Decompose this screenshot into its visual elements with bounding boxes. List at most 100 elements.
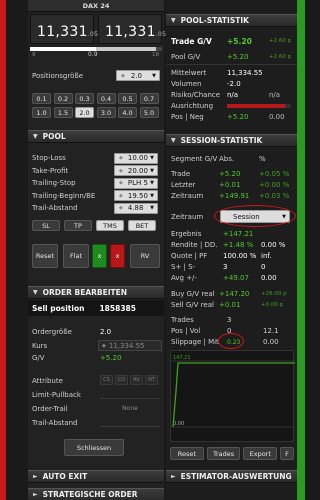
session-result-value: +49.07 xyxy=(223,273,249,282)
session-footer-buttons: Reset Trades Export F xyxy=(170,447,294,460)
session-export-button[interactable]: Export xyxy=(243,447,278,460)
chevron-down-icon: ▼ xyxy=(150,155,154,162)
pool-setting-select[interactable]: ◆ 4.88 ▼ xyxy=(114,202,158,214)
session-reset-button[interactable]: Reset xyxy=(170,447,204,460)
trail-distance-input[interactable] xyxy=(100,417,160,427)
pool-setting-select[interactable]: ◆ 19.50 ▼ xyxy=(114,190,158,202)
pool-mode-tp-button[interactable]: TP xyxy=(64,220,92,231)
sell-gv-points: +0.00 p xyxy=(261,302,284,308)
position-size-button[interactable]: 0.5 xyxy=(118,93,137,104)
chevron-down-icon: ▼ xyxy=(150,192,154,199)
session-result-label: Quote | PF xyxy=(171,251,208,260)
position-size-value: 2.0 xyxy=(130,71,142,80)
price-label: Kurs xyxy=(32,342,48,350)
position-size-button[interactable]: 0.3 xyxy=(75,93,94,104)
reset-button[interactable]: Reset xyxy=(32,244,58,268)
attribute-tags: CS CO RV NT xyxy=(100,375,162,385)
position-size-select[interactable]: ◆ 2.0 ▼ xyxy=(116,70,160,81)
equity-chart: 147.21 0.00 xyxy=(170,350,295,442)
buy-quote-tile[interactable]: 11,331.05 xyxy=(98,14,166,44)
position-size-button[interactable]: 0.2 xyxy=(53,93,73,104)
pool-setting-select[interactable]: ◆ PLH 5 ▼ xyxy=(114,177,158,189)
position-id: 1858385 xyxy=(99,303,136,313)
session-segment-abs: +149.91 xyxy=(219,191,250,200)
session-trades-button[interactable]: Trades xyxy=(206,447,241,460)
flat-button[interactable]: Flat xyxy=(63,244,89,268)
session-statistik-header[interactable]: ▼ SESSION-STATISTIK xyxy=(166,134,297,147)
session-result-value-2: 0.00 xyxy=(261,273,277,282)
session-segment-label: Zeitraum xyxy=(171,191,204,200)
session-segment-rows: Trade +5.20 +0.05 % Letzter +0.01 +0.00 % Zeit… xyxy=(171,168,295,201)
pool-gv-value: +5.20 xyxy=(227,52,249,61)
session-f-button[interactable]: F xyxy=(280,447,294,460)
bid-price: 11,331 xyxy=(37,24,88,40)
close-short-button[interactable]: x xyxy=(110,244,125,268)
position-size-button[interactable]: 0.7 xyxy=(139,93,159,104)
pool-mode-sl-button[interactable]: SL xyxy=(32,220,60,231)
spread-left-value: 9 xyxy=(32,52,36,58)
segment-gv-label: Segment G/V xyxy=(171,155,218,163)
instrument-name: DAX 24 xyxy=(82,1,110,10)
pool-setting-label: Trail-Abstand xyxy=(32,204,78,213)
position-size-button[interactable]: 3.0 xyxy=(96,107,116,118)
trading-panel: DAX 24 11,331.05 11,331.05 9 0.9 18 Posi… xyxy=(28,0,166,500)
pool-setting-select[interactable]: ◆ 20.00 ▼ xyxy=(114,165,158,177)
trades-label: Trades xyxy=(171,316,194,324)
order-trail-select[interactable]: None xyxy=(100,403,160,413)
position-size-label: Positionsgröße xyxy=(32,72,84,80)
sell-gv-row: Sell G/V real +0.01 +0.00 p xyxy=(171,299,295,311)
attribute-tag-cs[interactable]: CS xyxy=(100,375,113,385)
chevron-down-icon: ▼ xyxy=(150,167,154,174)
selected-position-row[interactable]: Sell position 1858385 xyxy=(28,300,164,316)
position-size-button[interactable]: 2.0 xyxy=(75,107,94,118)
session-result-row: Rendite | DD. +1.48 % 0.00 % xyxy=(171,239,295,250)
position-size-button[interactable]: 5.0 xyxy=(139,107,159,118)
pool-setting-row: Trailing-Beginn/BE ◆ 19.50 ▼ xyxy=(30,190,162,203)
pool-setting-label: Trailing-Stop xyxy=(32,179,76,188)
reverse-button[interactable]: RV xyxy=(130,244,160,268)
pool-stat-label: Mittelwert xyxy=(171,68,207,77)
sell-quote-tile[interactable]: 11,331.05 xyxy=(30,14,98,44)
session-result-value-2: 0 xyxy=(261,262,266,271)
pool-section-header[interactable]: ▼ POOL xyxy=(28,130,164,143)
session-result-row: Avg +/- +49.07 0.00 xyxy=(171,272,295,283)
position-size-button[interactable]: 1.0 xyxy=(32,107,51,118)
session-result-rows: Ergebnis +147.21 Rendite | DD. +1.48 % 0.00 … xyxy=(171,228,295,283)
gv-value: +5.20 xyxy=(100,354,122,362)
pool-setting-value: 4.88 xyxy=(127,204,144,213)
position-size-button[interactable]: 1.5 xyxy=(53,107,73,118)
limit-pullback-input[interactable] xyxy=(100,389,160,399)
pool-stat-row: Ausrichtung xyxy=(171,100,295,111)
pool-setting-row: Stop-Loss ◆ 10.00 ▼ xyxy=(30,152,162,165)
pool-setting-select[interactable]: ◆ 10.00 ▼ xyxy=(114,152,158,164)
pool-mode-tms-button[interactable]: TMS xyxy=(96,220,124,231)
position-size-button[interactable]: 0.1 xyxy=(32,93,51,104)
buy-gv-label: Buy G/V real xyxy=(171,290,215,298)
pool-settings: Stop-Loss ◆ 10.00 ▼ Take-Profit ◆ 20.00 ▼ Traili… xyxy=(30,152,162,215)
expand-triangle-icon: ► xyxy=(33,491,38,498)
price-input[interactable]: ◆ 11,334.55 xyxy=(98,340,162,351)
pool-statistics-rows: Mittelwert 11,334.55 Volumen -2.0 Risiko/Cha… xyxy=(171,67,295,122)
pool-mode-bet-button[interactable]: BET xyxy=(128,220,156,231)
position-size-button[interactable]: 4.0 xyxy=(118,107,137,118)
ask-price: 11,331 xyxy=(105,24,156,40)
auto-exit-section-header[interactable]: ► AUTO EXIT xyxy=(28,470,164,483)
attribute-tag-co[interactable]: CO xyxy=(115,375,128,385)
close-long-button[interactable]: x xyxy=(92,244,107,268)
pool-statistik-header[interactable]: ▼ POOL-STATISTIK xyxy=(166,14,297,27)
session-segment-row: Trade +5.20 +0.05 % xyxy=(171,168,295,179)
order-edit-section-header[interactable]: ▼ ORDER BEARBEITEN xyxy=(28,286,164,299)
ausrichtung-bar xyxy=(227,103,291,108)
estimator-section-header[interactable]: ► ESTIMATOR-AUSWERTUNG xyxy=(166,470,297,483)
strategic-order-section-header[interactable]: ► STRATEGISCHE ORDER xyxy=(28,488,164,500)
pct-column-header: % xyxy=(259,155,266,163)
statistics-panel: ▼ POOL-STATISTIK Trade G/V +5.20 +2.60 p… xyxy=(166,0,297,500)
position-size-button[interactable]: 0.4 xyxy=(96,93,116,104)
attribute-tag-nt[interactable]: NT xyxy=(145,375,158,385)
attribute-tag-rv[interactable]: RV xyxy=(130,375,143,385)
buy-gv-points: +26.00 p xyxy=(261,291,287,297)
expand-triangle-icon: ► xyxy=(171,473,176,480)
close-button[interactable]: Schliessen xyxy=(64,439,124,456)
session-result-row: Ergebnis +147.21 xyxy=(171,228,295,239)
session-statistik-title: SESSION-STATISTIK xyxy=(180,136,263,145)
